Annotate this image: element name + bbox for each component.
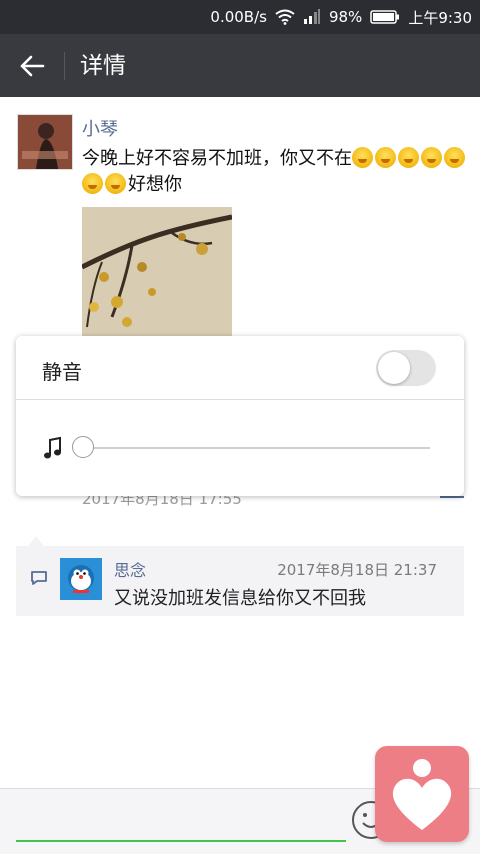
battery-percent: 98%	[328, 8, 363, 26]
popup-divider	[16, 399, 464, 400]
volume-popup: 静音	[16, 336, 464, 496]
post-author-name[interactable]: 小琴	[82, 115, 118, 141]
post-text-part-1: 今晚上好不容易不加班，你又不在	[82, 148, 352, 169]
title-bar: 详情	[0, 34, 480, 97]
crying-face-icon	[398, 147, 419, 168]
crying-face-icon	[375, 147, 396, 168]
heart-icon	[392, 759, 452, 830]
battery-icon	[370, 10, 400, 24]
status-bar: 0.00B/s 98% 上午9:30	[0, 0, 480, 34]
crying-face-icon	[82, 173, 103, 194]
back-arrow-icon	[20, 55, 45, 77]
crying-face-icon	[105, 173, 126, 194]
title-divider	[64, 52, 65, 80]
post-photo[interactable]	[82, 207, 232, 337]
comment-block: 思念 2017年8月18日 21:37 又说没加班发信息给你又不回我	[16, 546, 464, 616]
author-avatar[interactable]	[17, 114, 73, 170]
crying-face-icon	[421, 147, 442, 168]
post-text: 今晚上好不容易不加班，你又不在好想你	[82, 146, 472, 198]
comment-text: 又说没加班发信息给你又不回我	[114, 588, 366, 609]
commenter-avatar[interactable]	[60, 558, 102, 600]
clock: 上午9:30	[408, 8, 472, 27]
comment-input-field[interactable]	[16, 840, 346, 842]
mute-toggle[interactable]	[376, 350, 436, 386]
commenter-name[interactable]: 思念	[114, 557, 146, 581]
floating-heart-button[interactable]	[375, 746, 469, 842]
back-button[interactable]	[14, 50, 50, 82]
volume-slider-thumb[interactable]	[72, 436, 94, 458]
page-title: 详情	[80, 53, 126, 79]
mute-label: 静音	[42, 360, 82, 384]
music-note-icon	[42, 436, 64, 464]
volume-slider-track[interactable]	[84, 447, 430, 449]
toggle-knob	[378, 352, 410, 384]
wifi-icon	[275, 9, 295, 25]
post-text-part-2: 好想你	[128, 174, 182, 195]
signal-icon	[303, 9, 321, 25]
crying-face-icon	[444, 147, 465, 168]
comment-icon	[30, 570, 48, 590]
network-speed: 0.00B/s	[210, 8, 267, 26]
comment-timestamp: 2017年8月18日 21:37	[277, 561, 437, 579]
comment-pointer	[28, 536, 44, 546]
crying-face-icon	[352, 147, 373, 168]
